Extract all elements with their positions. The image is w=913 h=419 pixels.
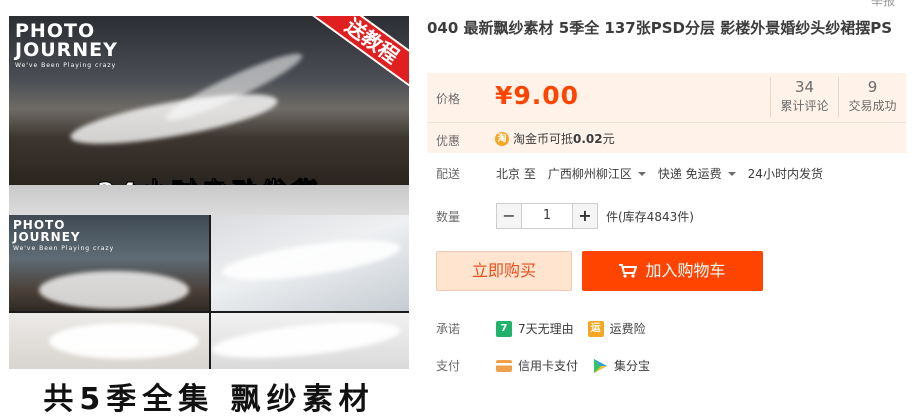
jifenbao-text: 集分宝 bbox=[614, 359, 651, 373]
seven-day-return-icon: 7 bbox=[496, 320, 512, 337]
decrease-button[interactable]: − bbox=[496, 203, 522, 229]
image-panel-top: PHOTO JOURNEY We've Been Playing crazy 送… bbox=[9, 16, 409, 185]
promise-label: 承诺 bbox=[436, 322, 461, 336]
credit-card-text: 信用卡支付 bbox=[518, 359, 579, 373]
reviews-label: 累计评论 bbox=[780, 99, 829, 113]
payment-row: 支付 信用卡支付 集分宝 bbox=[436, 357, 664, 374]
price-divider bbox=[427, 122, 906, 123]
taobao-coin-icon: 淘 bbox=[495, 131, 509, 146]
shipping-insurance-icon: 运 bbox=[587, 320, 604, 337]
veil-shape bbox=[219, 232, 403, 288]
chevron-down-icon bbox=[727, 171, 736, 176]
stats: 34 累计评论 9 交易成功 bbox=[770, 77, 906, 117]
destination-select[interactable]: 广西柳州柳江区 bbox=[548, 165, 646, 182]
pay-credit-card[interactable]: 信用卡支付 bbox=[496, 357, 578, 374]
ship-from: 北京 至 bbox=[496, 167, 536, 181]
sales-count: 9 bbox=[867, 78, 878, 96]
photo-journey-logo-small: PHOTO JOURNEY We've Been Playing crazy bbox=[13, 218, 115, 252]
sales-label: 交易成功 bbox=[848, 99, 897, 113]
product-title: 040 最新飘纱素材 5季全 137张PSD分层 影楼外景婚纱头纱裙摆PS bbox=[427, 19, 892, 37]
payment-label: 支付 bbox=[436, 359, 461, 373]
promise-7day[interactable]: 7 7天无理由 bbox=[496, 320, 574, 337]
reviews-stat[interactable]: 34 累计评论 bbox=[770, 77, 838, 117]
cart-icon bbox=[619, 264, 638, 278]
reviews-count: 34 bbox=[794, 78, 815, 96]
price-value: ¥9.00 bbox=[495, 81, 580, 110]
veil-shape bbox=[211, 315, 403, 365]
coin-text: 淘金币可抵0.02元 bbox=[513, 132, 615, 146]
price-box: 价格 ¥9.00 34 累计评论 9 交易成功 优惠 淘 淘金币可抵0.02元 bbox=[427, 73, 906, 153]
chevron-down-icon bbox=[637, 171, 646, 176]
shipping-label: 配送 bbox=[436, 167, 461, 181]
delivery-time: 24小时内发货 bbox=[747, 167, 823, 181]
veil-shape bbox=[49, 323, 199, 359]
taobao-coin-offer: 淘 淘金币可抵0.02元 bbox=[495, 130, 615, 147]
shipping-row: 配送 北京 至 广西柳州柳江区 快递 免运费 24小时内发货 bbox=[436, 165, 823, 182]
image-panel-middle-right bbox=[211, 215, 409, 311]
image-footer: 共5季全集 飘纱素材 bbox=[9, 369, 409, 419]
pay-jifenbao[interactable]: 集分宝 bbox=[592, 357, 650, 374]
buy-now-button[interactable]: 立即购买 bbox=[436, 251, 572, 291]
increase-button[interactable]: + bbox=[572, 203, 598, 229]
shipping-method-text: 快递 免运费 bbox=[657, 167, 722, 181]
image-panel-bottom-right bbox=[211, 313, 409, 369]
add-to-cart-label: 加入购物车 bbox=[645, 261, 726, 280]
photo-journey-logo: PHOTO JOURNEY We've Been Playing crazy bbox=[15, 20, 118, 69]
destination-text: 广西柳州柳江区 bbox=[547, 167, 632, 181]
promo-badge: 送教程 bbox=[302, 16, 409, 98]
promise-row: 承诺 7 7天无理由 运 运费险 bbox=[436, 320, 660, 337]
shipping-method-select[interactable]: 快递 免运费 bbox=[658, 165, 736, 182]
stock-text: 件(库存4843件) bbox=[606, 209, 694, 224]
discount-label: 优惠 bbox=[436, 134, 461, 148]
jifenbao-icon bbox=[594, 358, 608, 373]
promise-7day-text: 7天无理由 bbox=[518, 322, 574, 336]
credit-card-icon bbox=[496, 359, 512, 372]
image-band bbox=[9, 185, 409, 215]
quantity-input[interactable]: 1 bbox=[522, 203, 572, 229]
add-to-cart-button[interactable]: 加入购物车 bbox=[582, 251, 763, 291]
dress-shape bbox=[39, 271, 189, 309]
quantity-row: 数量 − 1 + 件(库存4843件) bbox=[436, 203, 694, 229]
quantity-stepper: − 1 + 件(库存4843件) bbox=[496, 203, 694, 229]
auto-delivery-banner: 24小时自动发货 bbox=[9, 172, 409, 186]
promise-insurance-text: 运费险 bbox=[609, 322, 646, 336]
sales-stat: 9 交易成功 bbox=[838, 77, 906, 117]
promise-shipping-insurance[interactable]: 运 运费险 bbox=[587, 320, 646, 337]
image-panel-bottom-left bbox=[9, 313, 209, 369]
product-main-image[interactable]: PHOTO JOURNEY We've Been Playing crazy 送… bbox=[9, 16, 409, 419]
quantity-label: 数量 bbox=[436, 209, 461, 224]
series-caption: 共5季全集 飘纱素材 bbox=[43, 382, 375, 417]
image-panel-middle-left: PHOTO JOURNEY We've Been Playing crazy bbox=[9, 215, 209, 311]
price-label: 价格 bbox=[436, 92, 461, 106]
report-link[interactable]: 举报 bbox=[871, 0, 895, 9]
